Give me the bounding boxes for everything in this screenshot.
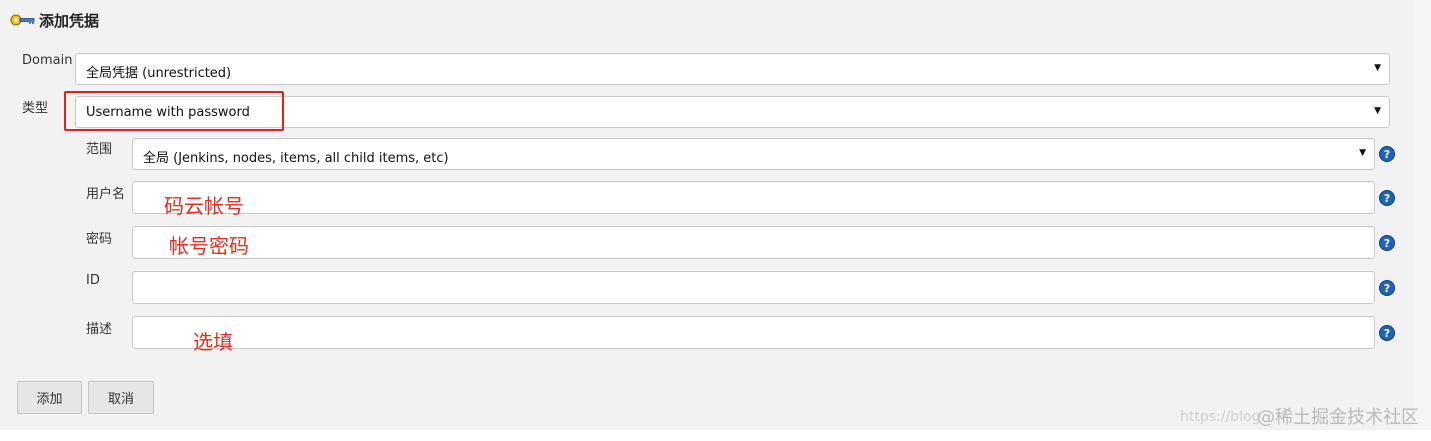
- username-help-icon[interactable]: ?: [1379, 190, 1395, 206]
- kind-label: 类型: [22, 101, 49, 116]
- description-help-icon[interactable]: ?: [1379, 325, 1395, 341]
- description-input[interactable]: [132, 316, 1375, 349]
- domain-label: Domain: [22, 53, 73, 68]
- chevron-down-icon: ▼: [1374, 63, 1381, 73]
- chevron-down-icon: ▼: [1359, 148, 1366, 158]
- password-help-icon[interactable]: ?: [1379, 235, 1395, 251]
- id-help-icon[interactable]: ?: [1379, 280, 1395, 296]
- password-annotation: 帐号密码: [169, 234, 249, 258]
- password-label: 密码: [86, 232, 113, 247]
- watermark-url: https://blog.: [1180, 409, 1265, 425]
- id-label: ID: [86, 273, 100, 288]
- add-button[interactable]: 添加: [17, 381, 82, 414]
- chevron-down-icon: ▼: [1374, 106, 1381, 116]
- page-footer-strip: [0, 430, 1431, 441]
- password-input[interactable]: [132, 226, 1375, 259]
- domain-select[interactable]: 全局凭据 (unrestricted) ▼: [75, 53, 1390, 85]
- scope-help-icon[interactable]: ?: [1379, 146, 1395, 162]
- page-title-row: 添加凭据: [10, 8, 99, 32]
- kind-highlight-box: [64, 91, 284, 131]
- key-icon: [10, 14, 35, 26]
- page-title: 添加凭据: [39, 11, 100, 30]
- username-annotation: 码云帐号: [164, 194, 244, 218]
- username-input[interactable]: [132, 181, 1375, 214]
- description-label: 描述: [86, 322, 113, 337]
- username-label: 用户名: [86, 187, 126, 202]
- id-input[interactable]: [132, 271, 1375, 304]
- scope-select-value: 全局 (Jenkins, nodes, items, all child ite…: [143, 151, 449, 166]
- domain-select-value: 全局凭据 (unrestricted): [86, 66, 232, 81]
- description-annotation: 选填: [193, 330, 233, 354]
- watermark: @稀土掘金技术社区: [1257, 407, 1419, 428]
- scope-select[interactable]: 全局 (Jenkins, nodes, items, all child ite…: [132, 138, 1375, 170]
- cancel-button[interactable]: 取消: [88, 381, 154, 414]
- scope-label: 范围: [86, 142, 113, 157]
